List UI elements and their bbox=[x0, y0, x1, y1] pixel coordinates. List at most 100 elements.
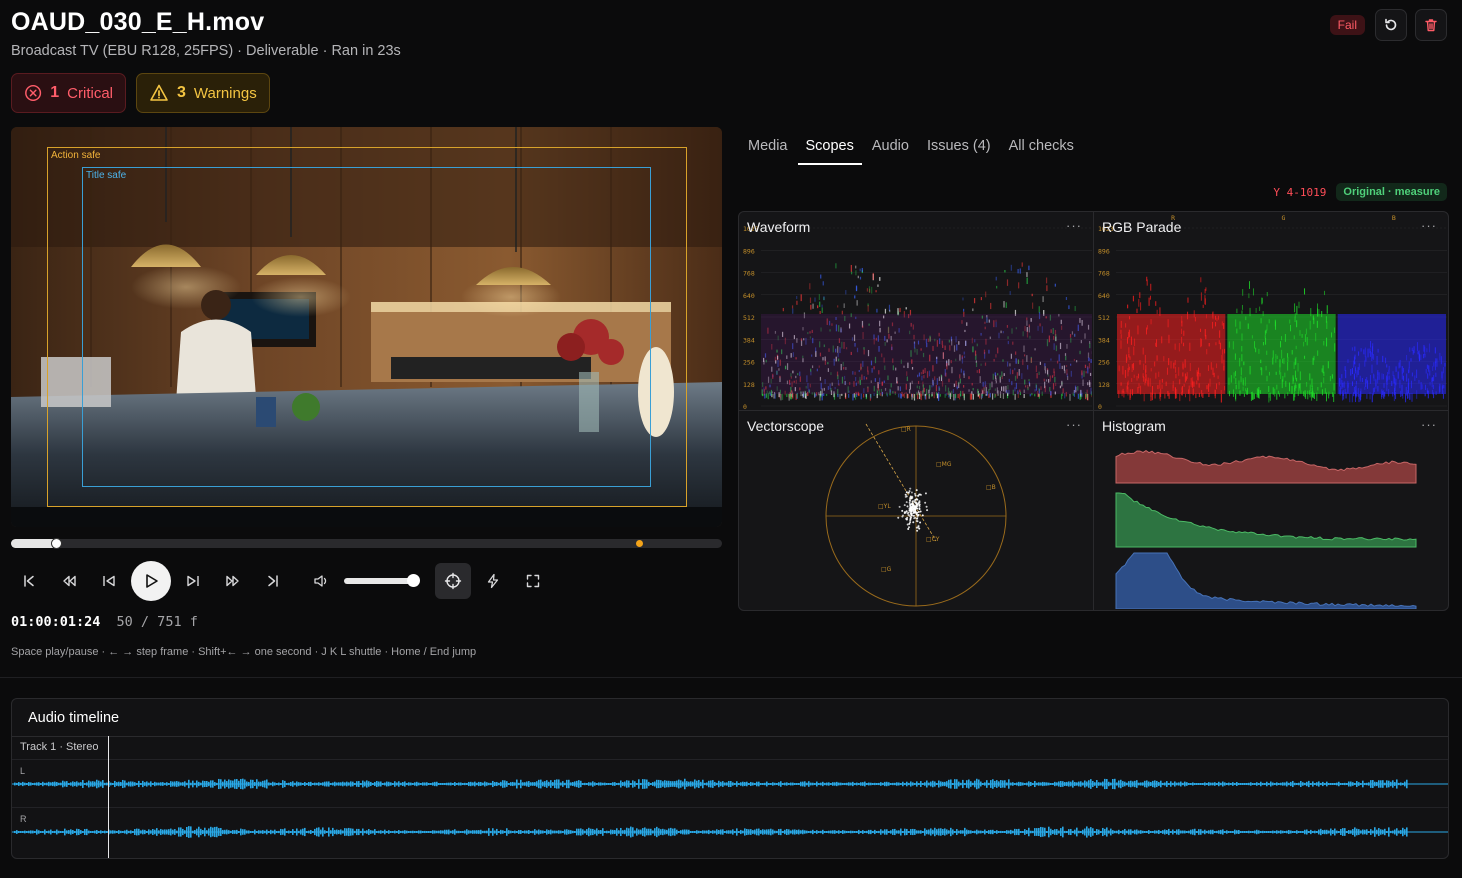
previous-frame-button[interactable] bbox=[91, 561, 127, 601]
audio-playhead[interactable] bbox=[108, 736, 110, 858]
delete-button[interactable] bbox=[1415, 9, 1447, 41]
tab-audio[interactable]: Audio bbox=[864, 132, 917, 165]
audio-sample bbox=[1094, 831, 1096, 833]
audio-sample bbox=[672, 828, 674, 836]
audio-sample bbox=[1066, 830, 1068, 834]
audio-sample bbox=[1274, 783, 1276, 785]
volume-handle[interactable] bbox=[407, 574, 420, 587]
audio-sample bbox=[830, 830, 832, 834]
histogram-menu-button[interactable]: ··· bbox=[1421, 417, 1437, 432]
audio-sample bbox=[152, 829, 154, 835]
vectorscope-point bbox=[911, 501, 914, 504]
parade-B-trace bbox=[1388, 388, 1390, 397]
parade-G-trace bbox=[1310, 308, 1312, 317]
safe-area-toggle[interactable] bbox=[435, 563, 471, 599]
rgb-parade-menu-button[interactable]: ··· bbox=[1421, 218, 1437, 233]
waveform-trace bbox=[879, 277, 881, 281]
parade-B-trace bbox=[1392, 392, 1394, 397]
tab-media[interactable]: Media bbox=[740, 132, 796, 165]
tab-scopes[interactable]: Scopes bbox=[797, 132, 862, 165]
waveform-trace bbox=[796, 296, 798, 300]
waveform-trace bbox=[859, 268, 861, 272]
waveform-menu-button[interactable]: ··· bbox=[1066, 218, 1082, 233]
audio-sample bbox=[260, 830, 262, 834]
audio-sample bbox=[978, 830, 980, 834]
waveform-trace bbox=[1068, 305, 1070, 310]
parade-R-trace bbox=[1118, 365, 1120, 372]
waveform-trace bbox=[994, 393, 996, 398]
audio-sample bbox=[1106, 779, 1108, 789]
vectorscope-point bbox=[919, 521, 922, 524]
scope-mode-toggle[interactable]: Original · measure bbox=[1336, 183, 1447, 201]
scrubber[interactable] bbox=[11, 538, 722, 549]
fullscreen-button[interactable] bbox=[515, 561, 551, 601]
fast-forward-button[interactable] bbox=[215, 561, 251, 601]
audio-sample bbox=[1382, 829, 1384, 835]
waveform-trace bbox=[825, 393, 828, 396]
warnings-badge[interactable]: 3 Warnings bbox=[136, 73, 270, 113]
audio-sample bbox=[486, 782, 488, 786]
waveform-trace bbox=[981, 393, 983, 397]
scrubber-handle[interactable] bbox=[51, 538, 63, 549]
audio-sample bbox=[534, 782, 536, 786]
mute-button[interactable] bbox=[303, 561, 339, 601]
rewind-button[interactable] bbox=[51, 561, 87, 601]
vectorscope-point bbox=[910, 512, 913, 515]
issue-marker[interactable] bbox=[636, 540, 643, 547]
audio-sample bbox=[1062, 781, 1064, 787]
critical-badge[interactable]: 1 Critical bbox=[11, 73, 126, 113]
audio-sample bbox=[682, 781, 684, 787]
tab-all-checks[interactable]: All checks bbox=[1001, 132, 1082, 165]
quick-check-button[interactable] bbox=[475, 561, 511, 601]
parade-G-trace bbox=[1268, 393, 1270, 403]
volume-slider[interactable] bbox=[344, 578, 416, 584]
audio-sample bbox=[612, 829, 614, 835]
play-button[interactable] bbox=[131, 561, 171, 601]
audio-sample bbox=[120, 781, 122, 787]
next-frame-button[interactable] bbox=[175, 561, 211, 601]
audio-sample bbox=[248, 781, 250, 787]
waveform-trace bbox=[792, 308, 794, 314]
audio-sample bbox=[28, 830, 30, 834]
audio-sample bbox=[552, 830, 554, 834]
go-to-start-button[interactable] bbox=[11, 561, 47, 601]
audio-sample bbox=[908, 831, 910, 833]
audio-sample bbox=[624, 781, 626, 787]
audio-sample bbox=[1256, 829, 1258, 835]
waveform-trace bbox=[1060, 393, 1063, 400]
audio-sample bbox=[1396, 779, 1398, 789]
audio-sample bbox=[1148, 781, 1150, 787]
warning-label: Warnings bbox=[193, 84, 257, 102]
audio-sample bbox=[502, 780, 504, 788]
parade-R-trace bbox=[1184, 359, 1186, 368]
audio-sample bbox=[740, 829, 742, 835]
audio-sample bbox=[816, 830, 818, 834]
parade-B-trace bbox=[1382, 355, 1384, 363]
audio-timeline[interactable]: Audio timeline Track 1 · Stereo L R bbox=[11, 698, 1449, 859]
waveform-trace bbox=[854, 295, 856, 299]
audio-sample bbox=[982, 830, 984, 834]
audio-sample bbox=[1062, 826, 1064, 838]
audio-sample bbox=[586, 783, 588, 785]
audio-sample bbox=[292, 829, 294, 835]
audio-sample bbox=[760, 783, 762, 785]
audio-sample bbox=[960, 830, 962, 834]
audio-sample bbox=[484, 830, 486, 834]
go-to-end-button[interactable] bbox=[255, 561, 291, 601]
vectorscope-point bbox=[915, 489, 918, 492]
audio-sample bbox=[1194, 828, 1196, 836]
audio-sample bbox=[1042, 781, 1044, 787]
vectorscope-menu-button[interactable]: ··· bbox=[1066, 417, 1082, 432]
audio-sample bbox=[1376, 781, 1378, 787]
rerun-button[interactable] bbox=[1375, 9, 1407, 41]
parade-G-trace bbox=[1272, 357, 1274, 365]
audio-sample bbox=[956, 829, 958, 835]
parade-G-trace bbox=[1325, 316, 1327, 323]
waveform-trace bbox=[954, 393, 957, 399]
parade-R-trace bbox=[1183, 330, 1185, 336]
audio-sample bbox=[1088, 780, 1090, 788]
vectorscope-point bbox=[907, 511, 910, 514]
waveform-trace bbox=[963, 393, 965, 401]
tab-issues[interactable]: Issues (4) bbox=[919, 132, 999, 165]
video-viewer[interactable]: Action safe Title safe bbox=[11, 127, 722, 527]
